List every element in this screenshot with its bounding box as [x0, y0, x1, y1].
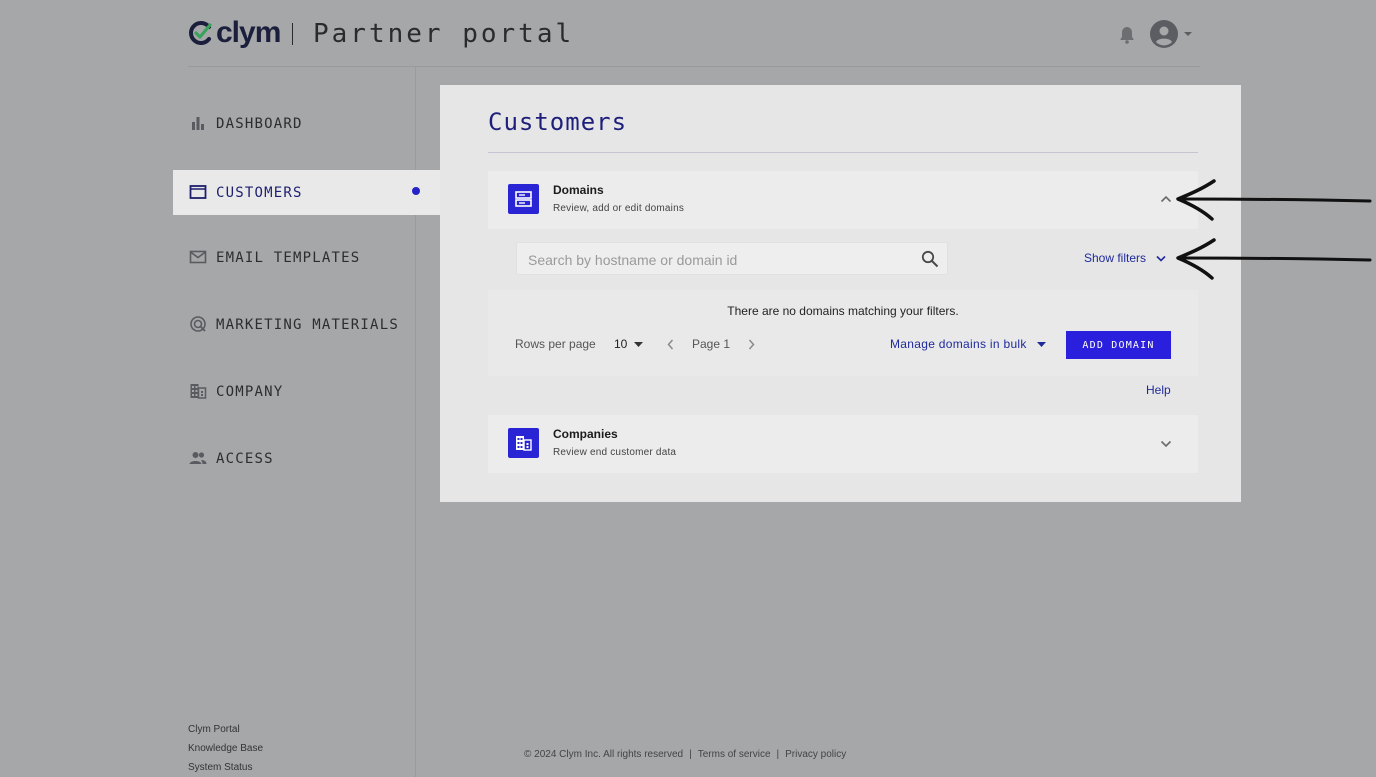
- target-icon: [190, 316, 206, 332]
- privacy-link[interactable]: Privacy policy: [785, 749, 846, 760]
- chevron-right-icon[interactable]: [748, 339, 755, 350]
- show-filters-button[interactable]: Show filters: [1084, 250, 1146, 266]
- people-icon: [189, 452, 207, 464]
- folder-icon: [189, 185, 207, 199]
- domains-panel-icon: [508, 184, 539, 214]
- rows-per-page-label: Rows per page: [515, 337, 596, 351]
- companies-panel-subtitle: Review end customer data: [553, 447, 677, 458]
- caret-down-icon[interactable]: [1182, 29, 1194, 39]
- logo-wordmark: clym: [216, 16, 281, 49]
- companies-panel-icon: [508, 428, 539, 458]
- caret-down-icon[interactable]: [634, 342, 643, 347]
- page-title: Customers: [488, 108, 628, 136]
- sidebar-item-label: COMPANY: [216, 384, 284, 400]
- chevron-left-icon[interactable]: [667, 339, 674, 350]
- sidebar-item-label: CUSTOMERS: [216, 185, 303, 201]
- header-divider: [292, 23, 293, 45]
- annotation-arrow-icon: [1176, 238, 1372, 280]
- sidebar-item-label: EMAIL TEMPLATES: [216, 250, 361, 266]
- bar-chart-icon: [192, 117, 204, 130]
- mail-icon: [189, 250, 207, 264]
- domains-panel-title: Domains: [553, 183, 604, 197]
- bell-icon[interactable]: [1117, 25, 1137, 45]
- sidebar-item-company[interactable]: COMPANY: [173, 369, 440, 414]
- clym-portal-link[interactable]: Clym Portal: [188, 720, 263, 739]
- caret-down-icon[interactable]: [1037, 342, 1046, 347]
- domain-search-input[interactable]: [526, 249, 910, 271]
- empty-state-message: There are no domains matching your filte…: [727, 304, 959, 318]
- sidebar-footer-links: Clym Portal Knowledge Base System Status: [188, 720, 263, 777]
- add-domain-button[interactable]: ADD DOMAIN: [1066, 331, 1171, 359]
- chevron-down-icon[interactable]: [1156, 255, 1166, 262]
- footer-separator: |: [689, 749, 692, 760]
- domain-search-field[interactable]: [516, 242, 948, 275]
- copyright-text: © 2024 Clym Inc. All rights reserved: [524, 749, 684, 760]
- domains-panel-header[interactable]: Domains Review, add or edit domains: [488, 171, 1198, 229]
- server-icon: [515, 191, 532, 207]
- sidebar-item-email-templates[interactable]: EMAIL TEMPLATES: [173, 235, 440, 280]
- logo-mark-icon: [189, 21, 212, 45]
- rows-per-page-select[interactable]: 10: [614, 337, 627, 352]
- annotation-arrow-icon: [1176, 179, 1372, 221]
- chevron-down-icon[interactable]: [1160, 440, 1172, 448]
- page-indicator: Page 1: [692, 337, 731, 351]
- sidebar-item-access[interactable]: ACCESS: [173, 436, 440, 481]
- app-header: clym Partner portal: [0, 0, 1376, 66]
- clym-logo[interactable]: clym: [188, 16, 281, 50]
- search-icon[interactable]: [921, 250, 939, 268]
- avatar-icon[interactable]: [1150, 20, 1178, 48]
- system-status-link[interactable]: System Status: [188, 758, 263, 777]
- building-icon: [516, 436, 532, 451]
- title-divider: [488, 152, 1198, 153]
- sidebar-item-customers[interactable]: CUSTOMERS: [173, 170, 440, 215]
- chevron-up-icon[interactable]: [1160, 195, 1172, 203]
- legal-footer: © 2024 Clym Inc. All rights reserved | Ter…: [524, 749, 846, 761]
- help-link[interactable]: Help: [1146, 383, 1171, 398]
- sidebar-item-marketing-materials[interactable]: MARKETING MATERIALS: [173, 302, 440, 347]
- active-indicator-dot: [412, 187, 420, 195]
- terms-link[interactable]: Terms of service: [698, 749, 771, 760]
- sidebar-item-dashboard[interactable]: DASHBOARD: [173, 101, 440, 146]
- companies-panel-title: Companies: [553, 427, 618, 441]
- header-divider-line: [188, 66, 1200, 67]
- footer-separator: |: [776, 749, 780, 760]
- building-icon: [190, 384, 207, 399]
- manage-domains-bulk-button[interactable]: Manage domains in bulk: [890, 337, 1027, 352]
- portal-title: Partner portal: [313, 19, 575, 49]
- sidebar-item-label: MARKETING MATERIALS: [216, 317, 399, 333]
- domains-panel-subtitle: Review, add or edit domains: [553, 203, 685, 214]
- sidebar-item-label: ACCESS: [216, 451, 274, 467]
- companies-panel-header[interactable]: Companies Review end customer data: [488, 415, 1198, 473]
- sidebar-item-label: DASHBOARD: [216, 116, 303, 132]
- knowledge-base-link[interactable]: Knowledge Base: [188, 739, 263, 758]
